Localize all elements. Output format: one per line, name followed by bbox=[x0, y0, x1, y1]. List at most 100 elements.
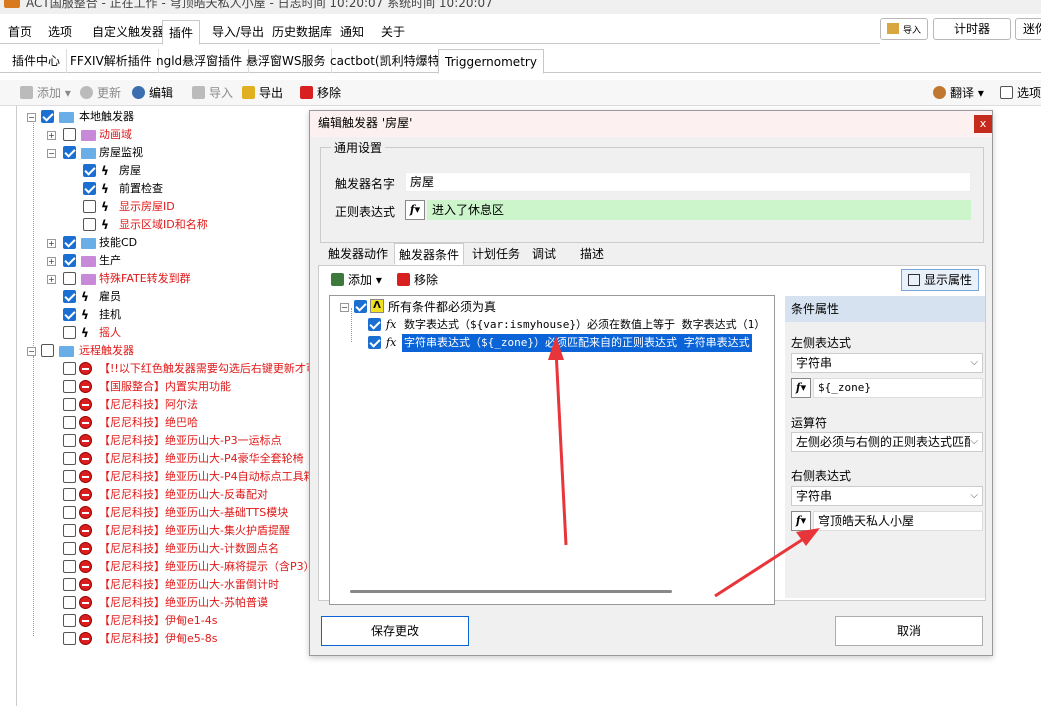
remote-trigger-item[interactable]: 【尼尼科技】绝亚历山大-集火护盾提醒 bbox=[63, 522, 313, 540]
remote-trigger-item[interactable]: 【尼尼科技】绝亚历山大-反毒配对 bbox=[63, 486, 313, 504]
checkbox[interactable] bbox=[83, 200, 96, 213]
cond-add-button[interactable]: 添加 ▾ bbox=[331, 270, 382, 290]
right-type-select[interactable]: 字符串 ⌵ bbox=[791, 486, 983, 506]
main-tab-import-export[interactable]: 导入/导出 bbox=[206, 20, 270, 44]
left-fx-button[interactable]: f▾ bbox=[791, 378, 811, 398]
conditions-tree[interactable]: − Λ 所有条件都必须为真 fx 数字表达式（${var:ismyhouse}）… bbox=[329, 295, 775, 605]
dialog-close-button[interactable]: x bbox=[974, 115, 992, 133]
right-expr-input[interactable]: 穹顶皓天私人小屋 bbox=[813, 511, 983, 531]
checkbox[interactable] bbox=[63, 614, 76, 627]
checkbox[interactable] bbox=[63, 380, 76, 393]
translate-button[interactable]: 翻译 ▾ bbox=[933, 83, 984, 103]
main-tab-history[interactable]: 历史数据库 bbox=[266, 20, 338, 44]
cond-remove-button[interactable]: 移除 bbox=[397, 270, 438, 290]
checkbox[interactable] bbox=[83, 164, 96, 177]
tab-debug[interactable]: 调试 bbox=[528, 243, 560, 265]
checkbox[interactable] bbox=[63, 632, 76, 645]
remote-trigger-item[interactable]: 【尼尼科技】阿尔法 bbox=[63, 396, 313, 414]
bolt-icon: ϟ bbox=[81, 308, 89, 322]
subtab-ngld-overlay[interactable]: ngld悬浮窗插件 bbox=[150, 49, 250, 73]
subtab-ffxiv-parser[interactable]: FFXIV解析插件 bbox=[64, 49, 159, 73]
checkbox[interactable] bbox=[63, 146, 76, 159]
checkbox[interactable] bbox=[41, 344, 54, 357]
checkbox[interactable] bbox=[63, 236, 76, 249]
options-button[interactable]: 选项 bbox=[1000, 83, 1041, 103]
checkbox[interactable] bbox=[83, 218, 96, 231]
mini-button[interactable]: 迷你 bbox=[1015, 18, 1041, 40]
remote-trigger-item[interactable]: 【尼尼科技】绝亚历山大-P4豪华全套轮椅 bbox=[63, 450, 313, 468]
left-type-select[interactable]: 字符串 ⌵ bbox=[791, 353, 983, 373]
checkbox[interactable] bbox=[83, 182, 96, 195]
show-properties-button[interactable]: 显示属性 bbox=[901, 269, 979, 291]
checkbox[interactable] bbox=[63, 128, 76, 141]
trigger-tree[interactable]: − 本地触发器 + 动画域 − 房屋监视 ϟ 房屋 ϟ 前置检查 ϟ 显示房屋I… bbox=[16, 106, 316, 706]
right-fx-button[interactable]: f▾ bbox=[791, 511, 811, 531]
main-tab-about[interactable]: 关于 bbox=[375, 20, 411, 44]
main-tab-plugins[interactable]: 插件 bbox=[162, 20, 201, 45]
checkbox[interactable] bbox=[63, 488, 76, 501]
checkbox[interactable] bbox=[368, 318, 381, 331]
update-button[interactable]: 更新 bbox=[80, 83, 121, 103]
checkbox[interactable] bbox=[63, 542, 76, 555]
checkbox[interactable] bbox=[63, 506, 76, 519]
export-button[interactable]: 导出 bbox=[242, 83, 283, 103]
subtab-cactbot[interactable]: cactbot(凯利特爆特) bbox=[324, 49, 452, 73]
remote-trigger-item[interactable]: 【尼尼科技】伊甸e5-8s bbox=[63, 630, 313, 648]
remote-trigger-item[interactable]: 【尼尼科技】绝亚历山大-苏帕普谟 bbox=[63, 594, 313, 612]
subtab-overlay-ws[interactable]: 悬浮窗WS服务 bbox=[240, 49, 333, 73]
checkbox[interactable] bbox=[63, 434, 76, 447]
checkbox[interactable] bbox=[354, 300, 367, 313]
main-tab-home[interactable]: 首页 bbox=[2, 20, 38, 44]
tab-description[interactable]: 描述 bbox=[576, 243, 608, 265]
save-changes-button[interactable]: 保存更改 bbox=[321, 616, 469, 646]
condition-item-selected[interactable]: fx 字符串表达式（${_zone}）必须匹配来自的正则表达式 字符串表达式 bbox=[368, 334, 774, 352]
remote-trigger-item[interactable]: 【尼尼科技】绝亚历山大-麻将提示（含P3） bbox=[63, 558, 313, 576]
import-button[interactable]: 导入 bbox=[192, 83, 233, 103]
remote-trigger-item[interactable]: 【尼尼科技】绝亚历山大-基础TTS模块 bbox=[63, 504, 313, 522]
checkbox[interactable] bbox=[63, 578, 76, 591]
checkbox[interactable] bbox=[63, 290, 76, 303]
checkbox[interactable] bbox=[63, 308, 76, 321]
checkbox[interactable] bbox=[63, 272, 76, 285]
remote-trigger-item[interactable]: 【尼尼科技】绝亚历山大-P3一运标点 bbox=[63, 432, 313, 450]
remote-trigger-item[interactable]: 【国服整合】内置实用功能 bbox=[63, 378, 313, 396]
import-quick-button[interactable]: 导入 bbox=[880, 18, 928, 40]
trigger-name-input[interactable]: 房屋 bbox=[405, 172, 971, 192]
left-expr-input[interactable]: ${_zone} bbox=[813, 378, 983, 398]
checkbox[interactable] bbox=[63, 452, 76, 465]
remote-trigger-item[interactable]: 【尼尼科技】绝亚历山大-水雷倒计时 bbox=[63, 576, 313, 594]
checkbox[interactable] bbox=[41, 110, 54, 123]
remote-trigger-item[interactable]: 【尼尼科技】伊甸e1-4s bbox=[63, 612, 313, 630]
horizontal-scrollbar[interactable] bbox=[350, 590, 672, 593]
main-tab-notify[interactable]: 通知 bbox=[334, 20, 370, 44]
remove-button[interactable]: 移除 bbox=[300, 83, 341, 103]
remote-trigger-item[interactable]: 【!!以下红色触发器需要勾选后右键更新才可 bbox=[63, 360, 313, 378]
tab-trigger-actions[interactable]: 触发器动作 bbox=[324, 243, 392, 265]
main-tab-options[interactable]: 选项 bbox=[42, 20, 78, 44]
tab-scheduled-tasks[interactable]: 计划任务 bbox=[468, 243, 524, 265]
checkbox[interactable] bbox=[63, 470, 76, 483]
remote-trigger-item[interactable]: 【尼尼科技】绝亚历山大-计数圆点名 bbox=[63, 540, 313, 558]
checkbox[interactable] bbox=[63, 524, 76, 537]
checkbox[interactable] bbox=[63, 560, 76, 573]
checkbox[interactable] bbox=[368, 336, 381, 349]
subtab-triggernometry[interactable]: Triggernometry bbox=[438, 49, 544, 74]
timer-button[interactable]: 计时器 bbox=[933, 18, 1011, 40]
checkbox[interactable] bbox=[63, 362, 76, 375]
checkbox[interactable] bbox=[63, 416, 76, 429]
add-button[interactable]: 添加 ▾ bbox=[20, 83, 71, 103]
remote-trigger-item[interactable]: 【尼尼科技】绝亚历山大-P4自动标点工具箱 bbox=[63, 468, 313, 486]
tab-trigger-conditions[interactable]: 触发器条件 bbox=[394, 243, 465, 265]
main-tab-custom-triggers[interactable]: 自定义触发器 bbox=[86, 20, 170, 44]
subtab-plugin-center[interactable]: 插件中心 bbox=[6, 49, 68, 73]
checkbox[interactable] bbox=[63, 398, 76, 411]
regex-input[interactable]: 进入了休息区 bbox=[427, 200, 971, 220]
operator-select[interactable]: 左侧必须与右侧的正则表达式匹配 ⌵ bbox=[791, 432, 983, 452]
fx-button[interactable]: f▾ bbox=[405, 200, 425, 220]
remote-trigger-item[interactable]: 【尼尼科技】绝巴哈 bbox=[63, 414, 313, 432]
checkbox[interactable] bbox=[63, 326, 76, 339]
checkbox[interactable] bbox=[63, 596, 76, 609]
edit-button[interactable]: 编辑 bbox=[132, 83, 173, 103]
cancel-button[interactable]: 取消 bbox=[835, 616, 983, 646]
checkbox[interactable] bbox=[63, 254, 76, 267]
